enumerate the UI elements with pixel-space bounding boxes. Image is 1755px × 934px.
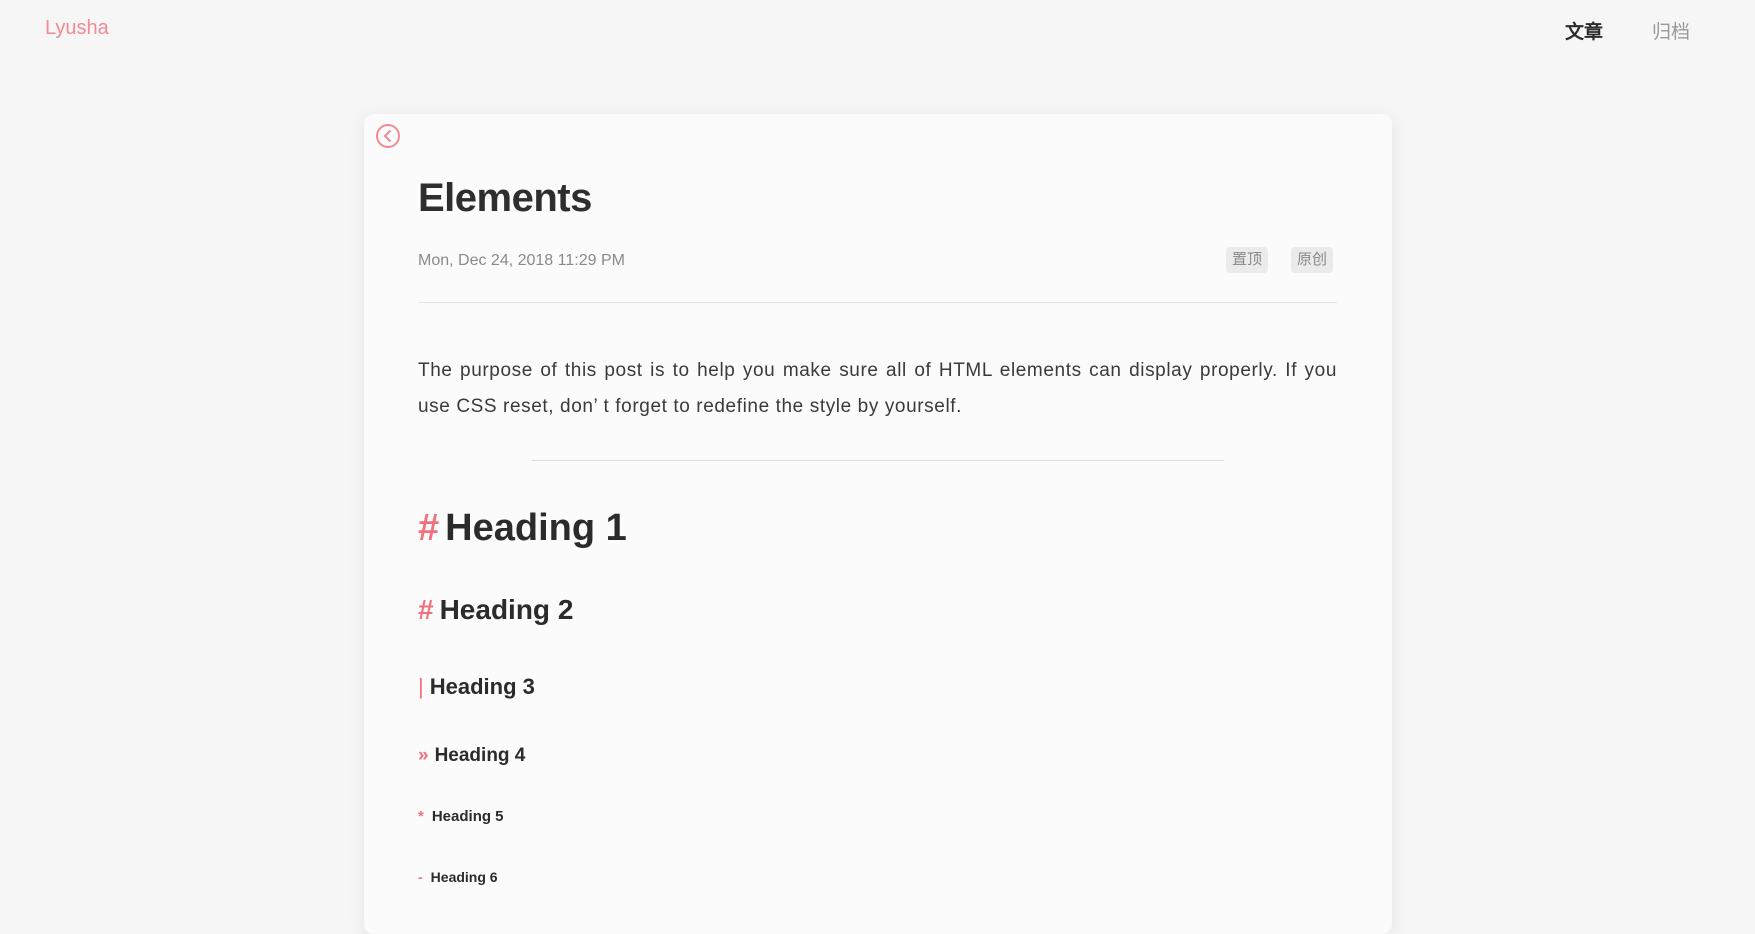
heading-text: Heading 1 — [445, 507, 627, 549]
heading-text: Heading 5 — [431, 808, 504, 825]
tag-pinned[interactable]: 置顶 — [1226, 247, 1269, 273]
heading-6: - Heading 6 — [418, 869, 498, 885]
heading-text: Heading 2 — [439, 594, 574, 625]
heading-marker: * — [418, 808, 424, 825]
heading-2: # Heading 2 — [418, 594, 573, 626]
chevron-left-icon — [384, 130, 391, 142]
back-button[interactable] — [376, 124, 400, 148]
top-navigation-bar: Lyusha 文章 归档 — [0, 0, 1755, 60]
heading-text: Heading 6 — [430, 869, 498, 885]
main-nav: 文章 归档 — [0, 17, 1755, 47]
nav-item-articles[interactable]: 文章 — [1565, 17, 1603, 44]
post-intro-paragraph: The purpose of this post is to help you … — [418, 360, 1337, 417]
post-card: Elements Mon, Dec 24, 2018 11:29 PM 置顶 原… — [364, 114, 1392, 934]
heading-marker: | — [418, 674, 424, 699]
heading-marker: - — [418, 869, 423, 885]
heading-5: * Heading 5 — [418, 808, 504, 825]
heading-text: Heading 3 — [429, 674, 535, 699]
heading-3: | Heading 3 — [418, 674, 535, 700]
heading-marker: » — [418, 745, 429, 766]
horizontal-rule — [532, 460, 1224, 461]
tag-original[interactable]: 原创 — [1291, 247, 1334, 273]
header-divider — [418, 302, 1337, 303]
post-date: Mon, Dec 24, 2018 11:29 PM — [418, 252, 625, 269]
heading-marker: # — [418, 507, 440, 549]
nav-item-archive[interactable]: 归档 — [1652, 17, 1690, 44]
post-title: Elements — [418, 176, 592, 220]
heading-text: Heading 4 — [434, 745, 526, 766]
heading-4: » Heading 4 — [418, 745, 525, 767]
heading-marker: # — [418, 594, 434, 625]
heading-1: # Heading 1 — [418, 507, 627, 550]
